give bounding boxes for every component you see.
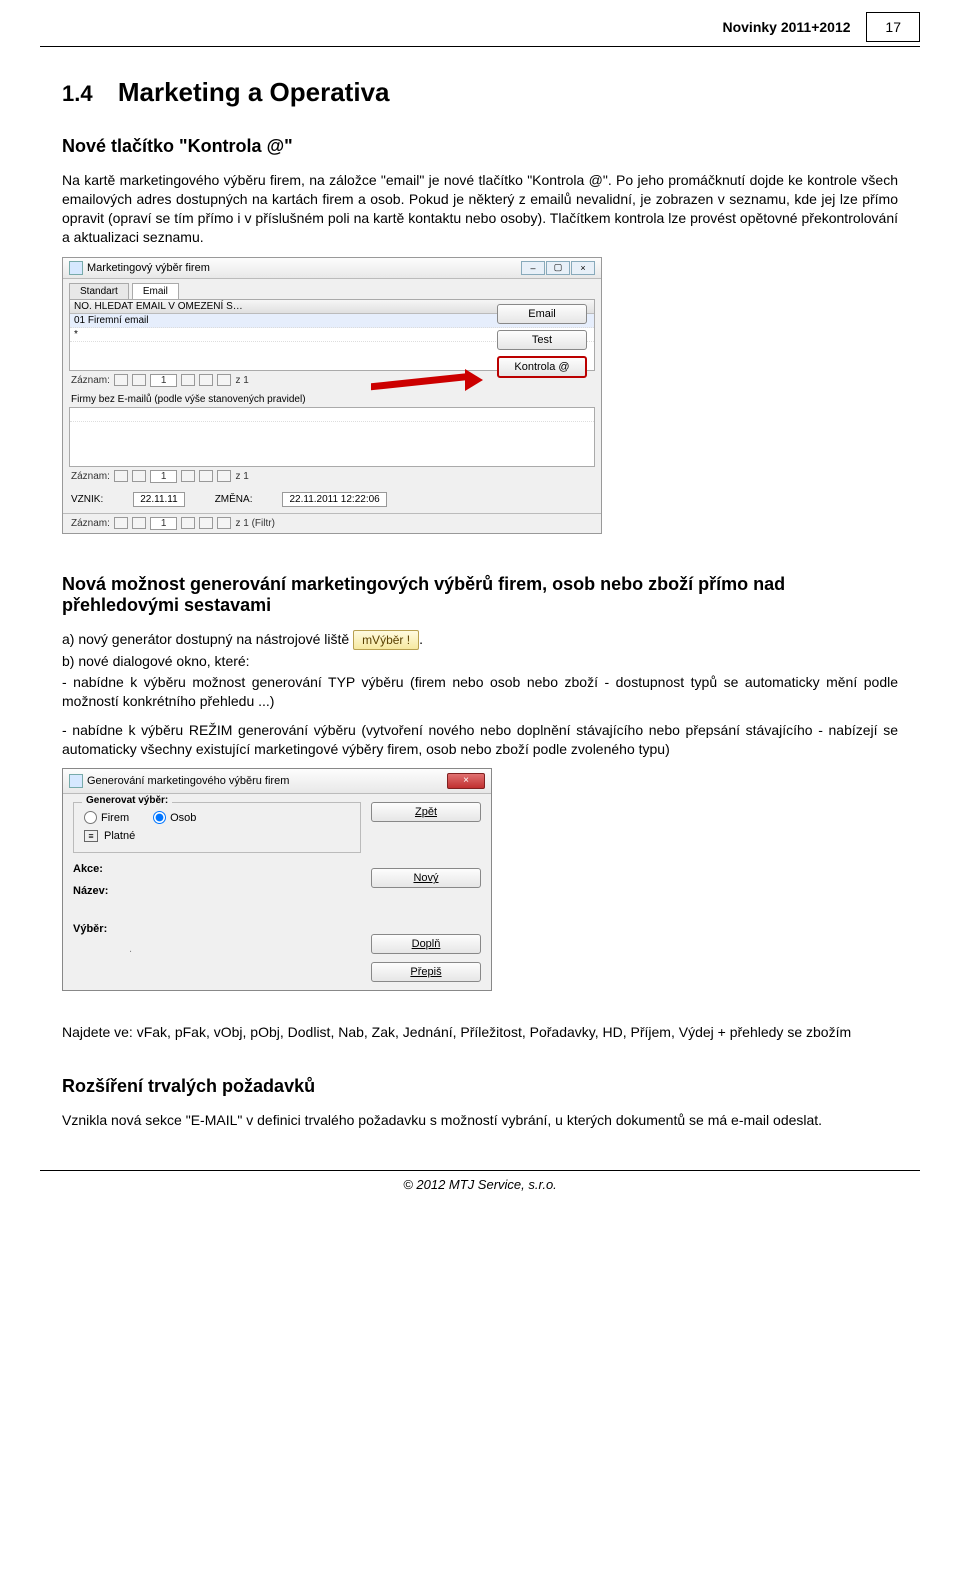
header-divider: [40, 46, 920, 47]
nazev-value[interactable]: [129, 883, 361, 899]
record-of-2: z 1: [235, 471, 248, 482]
novy-button[interactable]: Nový: [371, 868, 481, 888]
nav-last-icon[interactable]: [199, 374, 213, 386]
test-button[interactable]: Test: [497, 330, 587, 350]
nazev-label: Název:: [73, 885, 129, 897]
radio-osob[interactable]: Osob: [153, 811, 196, 824]
kontrola-button[interactable]: Kontrola @: [497, 356, 587, 378]
line-a-pre: a) nový generátor dostupný na nástrojové…: [62, 631, 353, 647]
dialog-titlebar: Generování marketingového výběru firem ×: [63, 769, 491, 794]
record-label: Záznam:: [71, 375, 110, 386]
window-icon: [69, 261, 83, 275]
page-header: Novinky 2011+2012 17: [0, 0, 960, 46]
grid-bottom: [69, 407, 595, 467]
vyber-value[interactable]: [129, 921, 361, 937]
groupbox-generate: Generovat výběr: Firem Osob ≡ Platné: [73, 802, 361, 853]
field-nazev: Název:: [73, 883, 361, 899]
najdete-ve: Najdete ve: vFak, pFak, vObj, pObj, Dodl…: [62, 1023, 898, 1042]
radio-firem[interactable]: Firem: [84, 811, 129, 824]
akce-value[interactable]: [129, 861, 361, 877]
line-a: a) nový generátor dostupný na nástrojové…: [62, 630, 898, 650]
mvyber-button[interactable]: mVýběr !: [353, 630, 419, 650]
nav-first-icon-3[interactable]: [114, 517, 128, 529]
record-nav-2: Záznam: 1 z 1: [63, 467, 601, 486]
close-icon[interactable]: ×: [571, 261, 595, 275]
vznik-value: 22.11.11: [133, 492, 184, 507]
subsection1-title: Nové tlačítko "Kontrola @": [62, 136, 898, 157]
nav-first-icon[interactable]: [114, 374, 128, 386]
nav-prev-icon[interactable]: [132, 374, 146, 386]
bullet-2: - nabídne k výběru REŽIM generování výbě…: [62, 721, 898, 759]
window-titlebar: Marketingový výběr firem – ▢ ×: [63, 258, 601, 279]
section-number: 1.4: [62, 81, 93, 106]
nav-new-icon-3[interactable]: [217, 517, 231, 529]
side-buttons: Email Test Kontrola @: [497, 304, 587, 378]
tab-email[interactable]: Email: [132, 283, 179, 299]
nav-new-icon-2[interactable]: [217, 470, 231, 482]
platne-icon: ≡: [84, 830, 98, 842]
arrow-annotation: [371, 374, 481, 386]
nav-next-icon[interactable]: [181, 374, 195, 386]
dash: .: [129, 943, 361, 959]
page-number: 17: [866, 12, 920, 42]
bullet-1: - nabídne k výběru možnost generování TY…: [62, 673, 898, 711]
page-footer: © 2012 MTJ Service, s.r.o.: [40, 1170, 920, 1192]
nav-prev-icon-3[interactable]: [132, 517, 146, 529]
field-vyber: Výběr:: [73, 921, 361, 937]
line-b: b) nové dialogové okno, které:: [62, 652, 898, 671]
screenshot-generate-dialog: Generování marketingového výběru firem ×…: [62, 768, 492, 991]
section-title: 1.4 Marketing a Operativa: [62, 77, 898, 108]
screenshot-marketing-window: Marketingový výběr firem – ▢ × Standart …: [62, 257, 602, 534]
zmena-value: 22.11.2011 12:22:06: [282, 492, 386, 507]
subsection2-title: Nová možnost generování marketingových v…: [62, 574, 898, 616]
subsection3-paragraph: Vznikla nová sekce "E-MAIL" v definici t…: [62, 1111, 898, 1130]
nav-next-icon-3[interactable]: [181, 517, 195, 529]
dialog-close-button[interactable]: ×: [447, 773, 485, 789]
grid-row-empty2[interactable]: [70, 408, 594, 422]
window-title: Marketingový výběr firem: [87, 262, 517, 274]
record-label-3: Záznam:: [71, 518, 110, 529]
dialog-title: Generování marketingového výběru firem: [87, 775, 447, 787]
record-label-2: Záznam:: [71, 471, 110, 482]
record-of-3: z 1 (Filtr): [235, 518, 274, 529]
subgrid-label: Firmy bez E-mailů (podle výše stanovenýc…: [63, 390, 601, 405]
nav-last-icon-2[interactable]: [199, 470, 213, 482]
footer-row: VZNIK: 22.11.11 ZMĚNA: 22.11.2011 12:22:…: [63, 486, 601, 513]
dopln-button[interactable]: Doplň: [371, 934, 481, 954]
record-position-2[interactable]: 1: [150, 470, 178, 483]
record-position[interactable]: 1: [150, 374, 178, 387]
nav-new-icon[interactable]: [217, 374, 231, 386]
record-nav-3: Záznam: 1 z 1 (Filtr): [63, 513, 601, 533]
subsection1-paragraph: Na kartě marketingového výběru firem, na…: [62, 171, 898, 247]
dialog-icon: [69, 774, 83, 788]
section-name: Marketing a Operativa: [118, 77, 390, 107]
email-button[interactable]: Email: [497, 304, 587, 324]
radio-row: Firem Osob: [84, 811, 350, 824]
field-dash: .: [73, 943, 361, 959]
nav-prev-icon-2[interactable]: [132, 470, 146, 482]
nav-next-icon-2[interactable]: [181, 470, 195, 482]
record-position-3[interactable]: 1: [150, 517, 178, 530]
tabs: Standart Email: [63, 279, 601, 299]
subsection3-title: Rozšíření trvalých požadavků: [62, 1076, 898, 1097]
platne-row[interactable]: ≡ Platné: [84, 830, 350, 842]
nav-last-icon-3[interactable]: [199, 517, 213, 529]
groupbox-legend: Generovat výběr:: [82, 795, 172, 806]
header-title: Novinky 2011+2012: [722, 19, 850, 35]
maximize-icon[interactable]: ▢: [546, 261, 570, 275]
field-akce: Akce:: [73, 861, 361, 877]
platne-label: Platné: [104, 830, 135, 842]
vyber-label: Výběr:: [73, 923, 129, 935]
minimize-icon[interactable]: –: [521, 261, 545, 275]
vznik-label: VZNIK:: [71, 494, 103, 505]
akce-label: Akce:: [73, 863, 129, 875]
tab-standart[interactable]: Standart: [69, 283, 129, 299]
record-of: z 1: [235, 375, 248, 386]
zmena-label: ZMĚNA:: [215, 494, 253, 505]
window-controls: – ▢ ×: [521, 261, 595, 275]
prepis-button[interactable]: Přepiš: [371, 962, 481, 982]
zpet-button[interactable]: Zpět: [371, 802, 481, 822]
nav-first-icon-2[interactable]: [114, 470, 128, 482]
line-a-post: .: [419, 631, 423, 647]
